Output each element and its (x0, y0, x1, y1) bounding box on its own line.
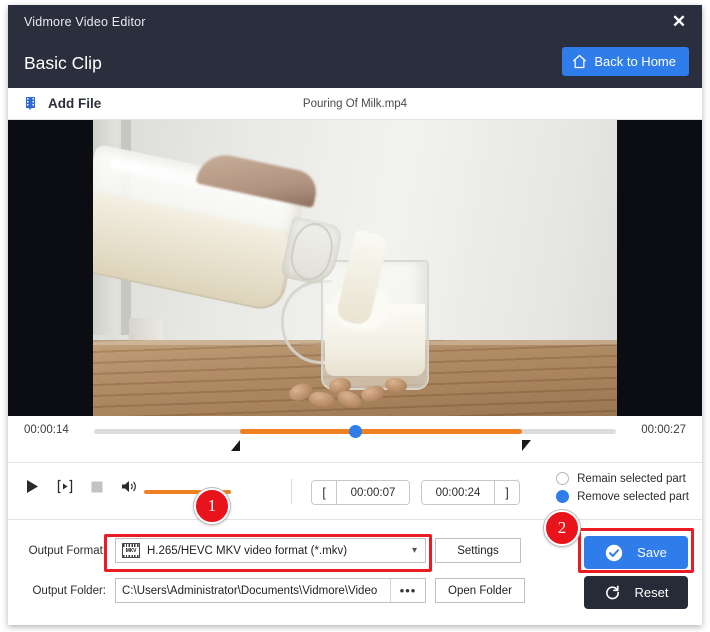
playback-buttons (26, 479, 138, 494)
radio-remain-selected-part[interactable]: Remain selected part (556, 472, 689, 485)
reset-label: Reset (634, 585, 669, 600)
video-frame (93, 120, 617, 416)
radio-indicator-remain[interactable] (556, 472, 570, 485)
title-bar: Vidmore Video Editor ✕ (8, 5, 702, 38)
timeline-end-time: 00:00:27 (641, 424, 686, 436)
trim-handle-right-icon[interactable] (522, 440, 532, 451)
header-bar: Basic Clip Back to Home (8, 38, 702, 88)
output-format-value: H.265/HEVC MKV video format (*.mkv) (147, 544, 348, 557)
video-preview[interactable] (8, 120, 702, 416)
playback-control-bar: [ ] Remain selected part Remove selected… (8, 463, 702, 520)
control-divider-left (291, 479, 292, 504)
add-file-label: Add File (48, 96, 102, 111)
radio-indicator-remove[interactable] (556, 490, 570, 503)
trim-end-marker-icon[interactable]: ] (494, 481, 519, 504)
settings-button[interactable]: Settings (435, 538, 521, 563)
check-circle-icon (605, 544, 623, 562)
timeline-bar: 00:00:14 00:00:27 (8, 416, 702, 463)
app-window: Vidmore Video Editor ✕ Basic Clip Back t… (8, 5, 702, 625)
trim-start-input[interactable] (337, 481, 409, 504)
trim-time-group: [ ] (311, 480, 520, 505)
close-icon[interactable]: ✕ (666, 9, 692, 33)
timeline-selection-range[interactable] (240, 429, 523, 434)
trim-start-marker-icon[interactable]: [ (312, 481, 337, 504)
save-button[interactable]: Save (584, 536, 688, 569)
scene-almonds (287, 372, 439, 412)
radio-label-remove: Remove selected part (577, 490, 689, 503)
volume-slider[interactable] (144, 490, 231, 494)
chevron-down-icon[interactable]: ▾ (412, 545, 417, 556)
back-to-home-label: Back to Home (594, 54, 676, 69)
timeline-playhead[interactable] (349, 425, 362, 438)
scene-background-object (129, 318, 163, 340)
add-file-button[interactable]: Add File (24, 96, 101, 112)
trim-handle-left-icon[interactable] (231, 440, 241, 451)
open-folder-button[interactable]: Open Folder (435, 578, 525, 603)
mkv-format-icon: MKV (122, 543, 140, 558)
timeline-track[interactable] (94, 425, 616, 438)
selection-mode-radios: Remain selected part Remove selected par… (556, 472, 689, 503)
reset-icon (604, 584, 621, 601)
reset-button[interactable]: Reset (584, 576, 688, 609)
home-icon (572, 54, 587, 69)
trim-end-box[interactable]: ] (421, 480, 520, 505)
output-panel: Output Format: MKV H.265/HEVC MKV video … (8, 520, 702, 620)
add-file-icon (24, 96, 40, 112)
stop-icon[interactable] (91, 481, 103, 493)
timeline-start-time: 00:00:14 (24, 424, 69, 436)
output-folder-input[interactable] (116, 579, 390, 602)
output-folder-label: Output Folder: (32, 584, 106, 597)
radio-label-remain: Remain selected part (577, 472, 686, 485)
output-folder-row: Output Folder: ••• Open Folder (22, 578, 525, 603)
file-bar: Add File Pouring Of Milk.mp4 (8, 88, 702, 120)
app-title: Vidmore Video Editor (24, 14, 146, 29)
trim-end-input[interactable] (422, 481, 494, 504)
trim-start-box[interactable]: [ (311, 480, 410, 505)
page-title: Basic Clip (24, 52, 102, 73)
output-format-row: Output Format: MKV H.265/HEVC MKV video … (22, 538, 521, 563)
browse-folder-button[interactable]: ••• (390, 579, 425, 602)
output-folder-field[interactable]: ••• (115, 578, 426, 603)
play-icon[interactable] (26, 479, 39, 494)
output-format-label: Output Format: (28, 544, 106, 557)
current-file-name: Pouring Of Milk.mp4 (302, 97, 408, 110)
back-to-home-button[interactable]: Back to Home (562, 47, 689, 76)
radio-remove-selected-part[interactable]: Remove selected part (556, 490, 689, 503)
volume-icon[interactable] (121, 479, 138, 494)
output-format-select[interactable]: MKV H.265/HEVC MKV video format (*.mkv) … (115, 538, 426, 563)
save-label: Save (637, 545, 667, 560)
frame-step-icon[interactable] (57, 479, 73, 494)
